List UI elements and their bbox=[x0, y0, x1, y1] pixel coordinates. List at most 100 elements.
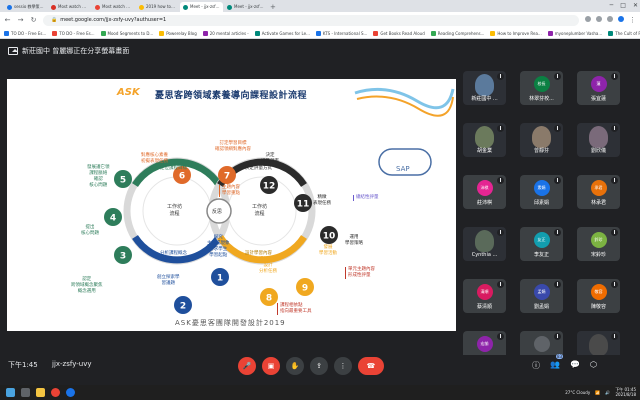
participant-tile[interactable]: 校長 林翠芬校... bbox=[520, 71, 563, 105]
search-icon[interactable] bbox=[21, 388, 30, 397]
participant-tile[interactable]: 敬容 陳敬容 bbox=[577, 279, 620, 313]
mic-muted-icon bbox=[497, 333, 504, 340]
participant-tile[interactable]: 友正 李友正 bbox=[520, 227, 563, 261]
raise-hand-button[interactable]: ✋ bbox=[286, 357, 304, 375]
maximize-icon[interactable]: □ bbox=[620, 0, 626, 11]
mic-off-button[interactable]: 🎤 bbox=[238, 357, 256, 375]
participant-tile[interactable]: 素娟 邱素娟 bbox=[520, 175, 563, 209]
participant-tile[interactable]: 鈴珍 宋鈴珍 bbox=[577, 227, 620, 261]
bookmark-item[interactable]: 20 mental articles - bbox=[202, 30, 249, 36]
participant-tile[interactable]: 清順 蔡清順 bbox=[463, 279, 506, 313]
participant-tile[interactable]: 蓮張宜蓮 bbox=[577, 71, 620, 105]
bookmark-item[interactable]: Reading Comprehens... bbox=[430, 30, 484, 36]
participant-tile[interactable]: 孟娟 劉孟娟 bbox=[520, 279, 563, 313]
decor-wave bbox=[354, 87, 455, 110]
volume-icon[interactable]: 🔊 bbox=[605, 390, 610, 395]
file-explorer-icon[interactable] bbox=[36, 388, 45, 397]
meeting-details-icon[interactable]: ⓘ bbox=[532, 360, 540, 371]
system-tray: 27°C Cloudy 📶 🔊 下午 01:45 2021/8/18 bbox=[565, 387, 636, 397]
bookmark-item[interactable]: How to Improve Rea... bbox=[490, 30, 542, 36]
participant-tile[interactable]: 新莊國中 ... bbox=[463, 71, 506, 105]
participant-name: 陳敬容 bbox=[590, 304, 606, 310]
participant-tile[interactable]: 承君 林承君 bbox=[577, 175, 620, 209]
windows-start-icon[interactable] bbox=[6, 388, 15, 397]
bookmark-favicon-icon bbox=[254, 30, 260, 36]
network-icon[interactable]: 📶 bbox=[595, 390, 600, 395]
profile-avatar-icon[interactable] bbox=[618, 16, 624, 22]
shared-slide: 1 2 3 4 5 6 7 8 9 10 11 12 ASK 憂思客跨領域素養導向課程設計流程 SAP… bbox=[7, 79, 456, 331]
mic-muted-icon bbox=[611, 281, 618, 288]
inner-label-left: 工作坊 流程 bbox=[167, 204, 183, 217]
bookmark-item[interactable]: TO DO - Free Es... bbox=[52, 30, 95, 36]
mic-muted-icon bbox=[611, 177, 618, 184]
bookmark-item[interactable]: Mood Segments to D... bbox=[100, 30, 153, 36]
close-window-icon[interactable]: ✕ bbox=[633, 0, 638, 11]
ring-label-left-bottom: 分析課程概念 bbox=[160, 251, 187, 256]
mic-muted-icon bbox=[554, 125, 561, 132]
participant-name: 劉孟娟 bbox=[533, 304, 549, 310]
tab-label: Meet - jjx-zsfy-uvy bbox=[190, 4, 220, 9]
chrome-icon[interactable] bbox=[51, 388, 60, 397]
participant-tile[interactable]: Cynthia ... bbox=[463, 227, 506, 261]
camera-off-button[interactable]: ▣ bbox=[262, 357, 280, 375]
avatar: 鈴珍 bbox=[590, 232, 607, 248]
bookmark-item[interactable]: The Cult of Pedagogy... bbox=[608, 30, 640, 36]
slide-footer: ASK憂思客團隊開發設計2019 bbox=[175, 319, 286, 327]
leave-call-button[interactable]: ☎ bbox=[358, 357, 384, 375]
bookmark-label: myoneplumber Vasha... bbox=[554, 30, 603, 36]
bookmark-item[interactable]: Activate Games for Le... bbox=[254, 30, 310, 36]
bookmark-label: TO DO - Free Es... bbox=[11, 30, 47, 36]
step-number: 8 bbox=[266, 294, 272, 304]
forward-icon[interactable]: → bbox=[17, 16, 24, 24]
edge-icon[interactable] bbox=[66, 388, 75, 397]
bookmark-favicon-icon bbox=[4, 30, 9, 36]
extension-icon[interactable] bbox=[596, 16, 602, 22]
browser-tab[interactable]: 2019 how to describe people with bbox=[136, 2, 179, 12]
activities-icon[interactable]: ⬡ bbox=[590, 360, 597, 371]
browser-tab[interactable]: Most watch decimals bbox=[92, 2, 135, 12]
step-label: 對應核心素養 初擬表現任務 bbox=[141, 153, 168, 164]
step-label: 發展議它領 課程脈絡 確認 核心問題 bbox=[87, 165, 110, 188]
tray-clock[interactable]: 下午 01:45 2021/8/18 bbox=[615, 387, 636, 397]
participant-tile[interactable]: 劉欣儀 bbox=[577, 123, 620, 157]
people-icon[interactable]: 👥 83 bbox=[550, 354, 564, 371]
bookmark-item[interactable]: TO DO - Free Es... bbox=[4, 30, 47, 36]
url-text: meet.google.com/jjx-zsfy-uvy?authuser=1 bbox=[60, 16, 167, 23]
present-button[interactable]: ⇪ bbox=[310, 357, 328, 375]
avatar: 清順 bbox=[476, 284, 493, 300]
mic-muted-icon bbox=[554, 229, 561, 236]
reload-icon[interactable]: ↻ bbox=[30, 16, 37, 24]
participant-name: 林翠芬校... bbox=[529, 96, 554, 102]
bookmark-item[interactable]: KTS - International S... bbox=[315, 30, 367, 36]
participant-tile[interactable]: 曾靜芬 bbox=[520, 123, 563, 157]
mic-muted-icon bbox=[497, 281, 504, 288]
bookmark-favicon-icon bbox=[159, 30, 165, 36]
browser-tab[interactable]: Meet - jjx-zsfy-uvy bbox=[180, 2, 223, 12]
avatar bbox=[533, 336, 550, 352]
bookmark-item[interactable]: Powerelay Blog bbox=[159, 30, 197, 36]
mic-muted-icon bbox=[554, 177, 561, 184]
chat-icon[interactable]: 💬 bbox=[570, 360, 580, 371]
bookmark-favicon-icon bbox=[202, 30, 208, 36]
tab-label: Most watch decimals bbox=[58, 4, 88, 9]
back-icon[interactable]: ← bbox=[4, 16, 11, 24]
participant-video bbox=[589, 334, 608, 356]
bookmark-item[interactable]: Get Books Read Aloud bbox=[373, 30, 425, 36]
extension-icon[interactable] bbox=[585, 16, 591, 22]
bookmark-item[interactable]: myoneplumber Vasha... bbox=[547, 30, 603, 36]
more-menu-icon[interactable]: ⋮ bbox=[629, 16, 636, 24]
participant-count: 83 bbox=[556, 354, 564, 359]
present-screen-icon bbox=[8, 47, 18, 55]
browser-tab[interactable]: sessio 教學策略 - Google 文件 bbox=[4, 2, 47, 12]
browser-tab[interactable]: Most watch decimals bbox=[48, 2, 91, 12]
meet-control-bar: 下午1:45 jjx-zsfy-uvy 🎤 ▣ ✋ ⇪ ⋮ ☎ ⓘ 👥 83 💬 … bbox=[0, 354, 640, 377]
new-tab-icon[interactable]: + bbox=[270, 2, 276, 12]
more-options-button[interactable]: ⋮ bbox=[334, 357, 352, 375]
participant-tile[interactable]: 胡金業 bbox=[463, 123, 506, 157]
participant-tile[interactable]: 沛棋 莊沛棋 bbox=[463, 175, 506, 209]
browser-tab[interactable]: Meet - jjx-zsfy-uvy bbox=[224, 2, 267, 12]
url-field[interactable]: 🔒 meet.google.com/jjx-zsfy-uvy?authuser=… bbox=[43, 14, 579, 26]
minimize-icon[interactable]: ─ bbox=[610, 0, 614, 11]
avatar: 承君 bbox=[590, 180, 607, 196]
extension-icon[interactable] bbox=[607, 16, 613, 22]
